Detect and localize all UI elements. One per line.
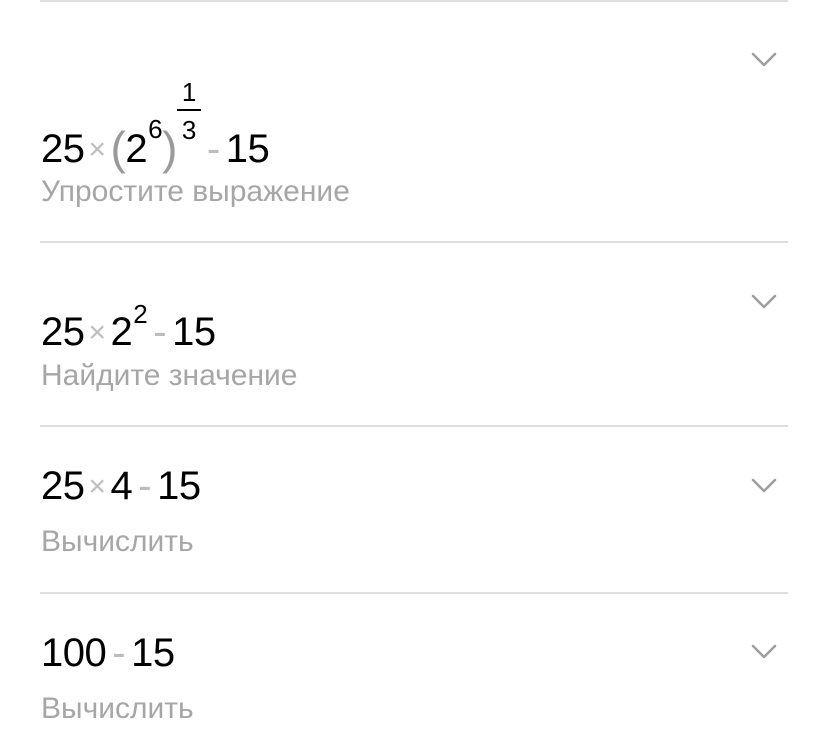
chevron-down-icon[interactable] xyxy=(750,293,778,311)
chevron-down-icon[interactable] xyxy=(750,51,778,69)
step-label: Найдите значение xyxy=(41,359,298,392)
solution-step-3[interactable]: 25 × 4-15 Вычислить xyxy=(0,427,828,592)
number: 100 xyxy=(41,631,107,675)
step-expression: 25 × 4-15 xyxy=(41,466,201,506)
minus-operator: - xyxy=(112,631,126,675)
step-label: Вычислить xyxy=(41,525,194,558)
number: 25 xyxy=(41,127,85,171)
fraction-exponent: 13 xyxy=(176,79,201,162)
step-label: Упростите выражение xyxy=(41,175,350,208)
chevron-down-icon[interactable] xyxy=(750,643,778,661)
solution-step-2[interactable]: 25 × 22-15 Найдите значение xyxy=(0,243,828,425)
open-paren: ( xyxy=(110,122,126,174)
step-expression: 25 × (26) 1 3-15 xyxy=(41,79,270,174)
times-operator: × xyxy=(88,133,107,166)
close-paren: ) xyxy=(162,122,177,174)
number: 15 xyxy=(131,631,175,675)
number: 25 xyxy=(41,464,85,508)
fraction-numerator: 1 xyxy=(181,77,196,107)
minus-operator: - xyxy=(138,464,152,508)
solution-step-4[interactable]: 100-15 Вычислить xyxy=(0,594,828,746)
solution-step-1[interactable]: 25 × (26) 1 3-15 Упростите выражение xyxy=(0,0,828,241)
minus-operator: - xyxy=(153,310,167,354)
step-expression: 25 × 22-15 xyxy=(41,301,216,352)
step-label: Вычислить xyxy=(41,692,194,725)
minus-operator: - xyxy=(206,127,220,171)
number: 4 xyxy=(110,464,133,508)
number: 25 xyxy=(41,310,85,354)
number: 15 xyxy=(172,310,216,354)
fraction-denominator: 3 xyxy=(181,115,196,145)
times-operator: × xyxy=(88,470,107,503)
exponent: 2 xyxy=(133,299,148,329)
times-operator: × xyxy=(88,316,107,349)
number: 15 xyxy=(157,464,201,508)
number: 15 xyxy=(225,127,270,171)
step-expression: 100-15 xyxy=(41,633,175,673)
chevron-down-icon[interactable] xyxy=(750,477,778,495)
exponent: 6 xyxy=(148,114,163,144)
base: 2 xyxy=(110,310,133,354)
fraction-bar xyxy=(176,109,201,111)
base: 2 xyxy=(125,127,148,171)
